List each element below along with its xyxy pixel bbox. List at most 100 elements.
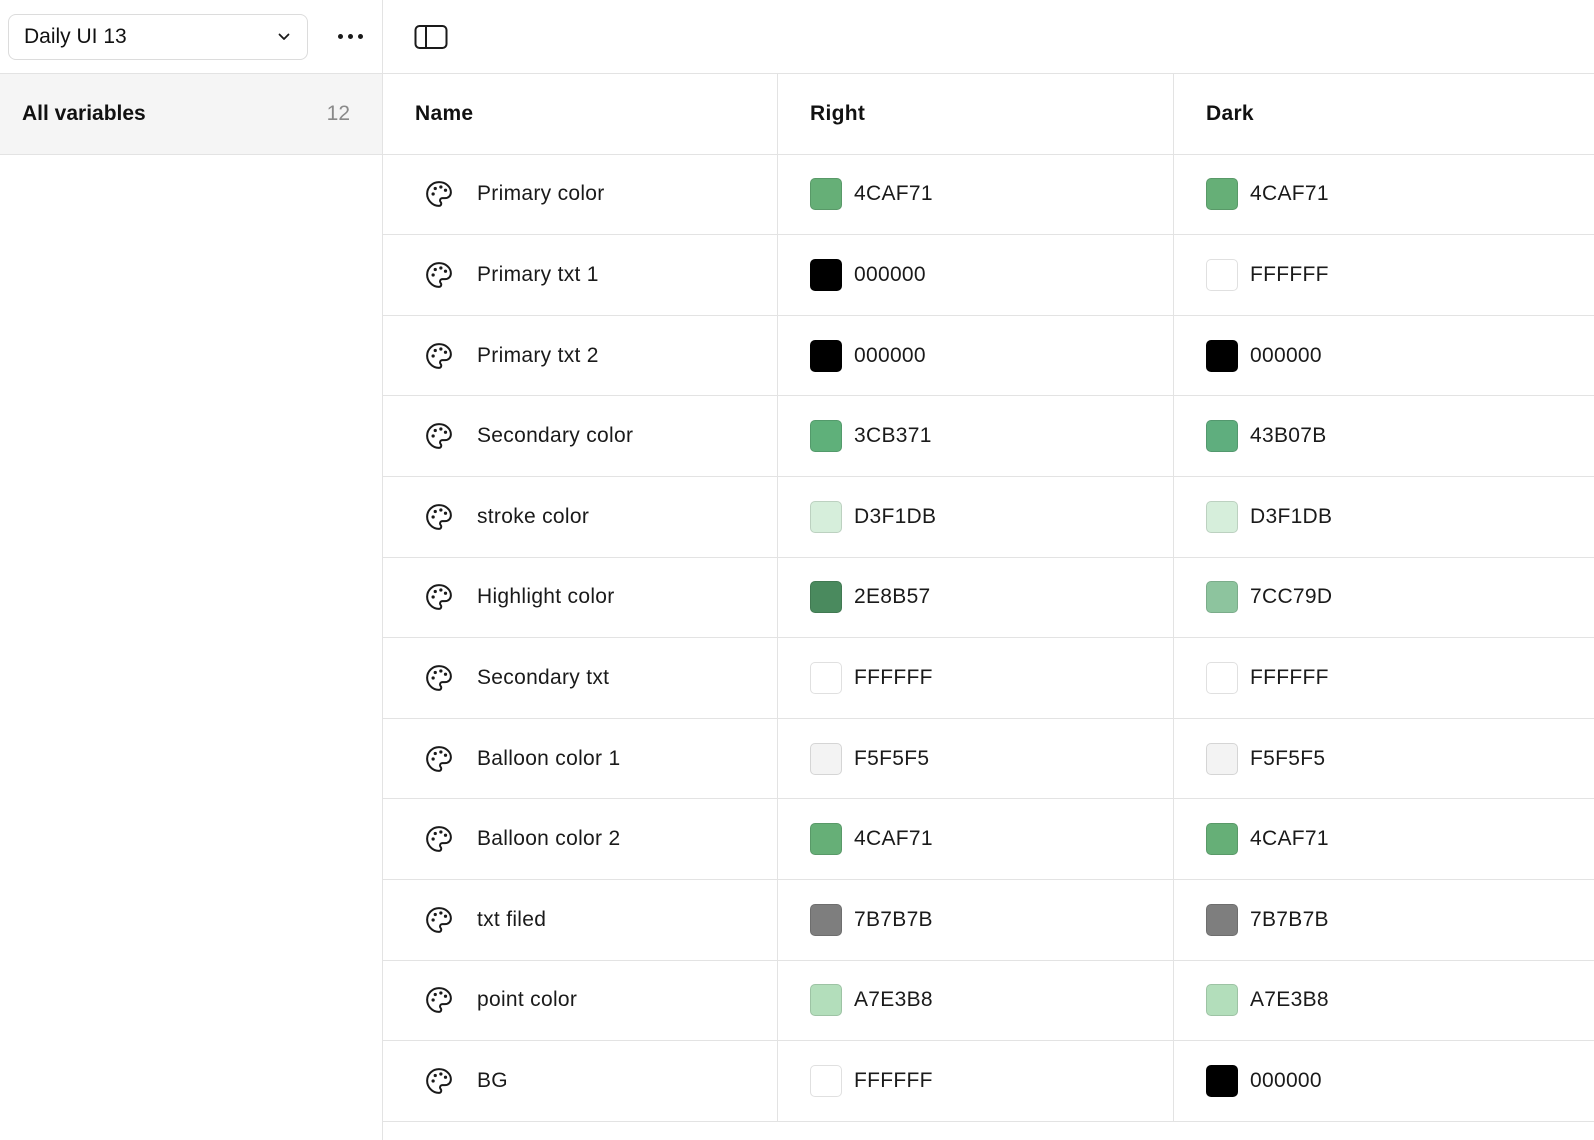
palette-icon <box>423 904 455 936</box>
color-swatch[interactable] <box>1206 984 1238 1017</box>
table-row[interactable]: Primary color 4CAF71 4CAF71 <box>383 154 1594 236</box>
variable-name: Balloon color 1 <box>477 746 621 770</box>
sidebar-item-all-variables[interactable]: All variables 12 <box>0 74 382 155</box>
right-value-cell[interactable]: 4CAF71 <box>778 154 1174 235</box>
variable-name-cell[interactable]: Highlight color <box>383 557 778 638</box>
dark-value-cell[interactable]: 43B07B <box>1174 396 1594 476</box>
more-options-button[interactable] <box>332 19 368 55</box>
table-row[interactable]: Primary txt 1 000000 FFFFFF <box>383 235 1594 316</box>
column-header-right[interactable]: Right <box>778 74 1174 154</box>
variable-name-cell[interactable]: Primary txt 1 <box>383 235 778 315</box>
dark-value-cell[interactable]: 4CAF71 <box>1174 799 1594 879</box>
variable-name-cell[interactable]: Secondary txt <box>383 638 778 718</box>
palette-icon <box>423 501 455 533</box>
right-value-cell[interactable]: A7E3B8 <box>778 960 1174 1041</box>
right-value-cell[interactable]: 4CAF71 <box>778 799 1174 879</box>
dark-value-cell[interactable]: 7B7B7B <box>1174 880 1594 960</box>
variable-name-cell[interactable]: txt filed <box>383 879 778 960</box>
table-row[interactable]: Balloon color 1 F5F5F5 F5F5F5 <box>383 718 1594 800</box>
table-row[interactable]: Primary txt 2 000000 000000 <box>383 315 1594 397</box>
right-value-cell[interactable]: D3F1DB <box>778 476 1174 557</box>
variable-name: Primary txt 2 <box>477 343 599 367</box>
right-value-cell[interactable]: 2E8B57 <box>778 557 1174 638</box>
right-value-cell[interactable]: FFFFFF <box>778 1041 1174 1121</box>
palette-icon <box>423 340 455 372</box>
color-swatch[interactable] <box>810 339 842 372</box>
dark-value-cell[interactable]: FFFFFF <box>1174 235 1594 315</box>
toggle-sidebar-button[interactable] <box>413 19 449 55</box>
right-hex-value: 2E8B57 <box>854 585 931 609</box>
right-hex-value: 4CAF71 <box>854 827 933 851</box>
color-swatch[interactable] <box>810 823 842 856</box>
dark-value-cell[interactable]: D3F1DB <box>1174 477 1594 557</box>
table-row[interactable]: Secondary txt FFFFFF FFFFFF <box>383 638 1594 719</box>
color-swatch[interactable] <box>1206 903 1238 936</box>
collection-dropdown[interactable]: Daily UI 13 <box>8 13 308 60</box>
all-variables-count: 12 <box>326 102 350 125</box>
variable-name-cell[interactable]: Primary txt 2 <box>383 315 778 396</box>
all-variables-label: All variables <box>22 102 146 125</box>
table-row[interactable]: stroke color D3F1DB D3F1DB <box>383 476 1594 558</box>
right-value-cell[interactable]: 7B7B7B <box>778 879 1174 960</box>
right-value-cell[interactable]: 000000 <box>778 235 1174 315</box>
color-swatch[interactable] <box>1206 742 1238 775</box>
variable-name-cell[interactable]: stroke color <box>383 476 778 557</box>
variable-name: Primary txt 1 <box>477 262 599 286</box>
color-swatch[interactable] <box>810 903 842 936</box>
color-swatch[interactable] <box>1206 339 1238 372</box>
dark-value-cell[interactable]: 4CAF71 <box>1174 155 1594 235</box>
table-row[interactable]: Highlight color 2E8B57 7CC79D <box>383 557 1594 639</box>
color-swatch[interactable] <box>1206 823 1238 856</box>
color-swatch[interactable] <box>1206 500 1238 533</box>
right-hex-value: 000000 <box>854 343 926 367</box>
variable-name-cell[interactable]: Balloon color 1 <box>383 718 778 799</box>
variable-name-cell[interactable]: Secondary color <box>383 396 778 476</box>
variable-name: point color <box>477 988 578 1012</box>
color-swatch[interactable] <box>1206 581 1238 614</box>
color-swatch[interactable] <box>1206 1064 1238 1097</box>
dark-hex-value: 000000 <box>1250 1068 1322 1092</box>
palette-icon <box>423 581 455 613</box>
table-row[interactable]: txt filed 7B7B7B 7B7B7B <box>383 879 1594 961</box>
dark-value-cell[interactable]: FFFFFF <box>1174 638 1594 718</box>
sidebar-toolbar: Daily UI 13 <box>0 0 382 74</box>
table-row[interactable]: BG FFFFFF 000000 <box>383 1041 1594 1122</box>
color-swatch[interactable] <box>810 984 842 1017</box>
color-swatch[interactable] <box>1206 661 1238 694</box>
color-swatch[interactable] <box>810 258 842 291</box>
color-swatch[interactable] <box>1206 420 1238 453</box>
right-value-cell[interactable]: F5F5F5 <box>778 718 1174 799</box>
dark-hex-value: 000000 <box>1250 343 1322 367</box>
table-body: Primary color 4CAF71 4CAF71 Primary txt 1 00… <box>383 154 1594 1122</box>
dark-value-cell[interactable]: 000000 <box>1174 316 1594 396</box>
color-swatch[interactable] <box>810 178 842 211</box>
right-hex-value: F5F5F5 <box>854 746 930 770</box>
variable-name-cell[interactable]: Primary color <box>383 154 778 235</box>
table-row[interactable]: Balloon color 2 4CAF71 4CAF71 <box>383 799 1594 880</box>
color-swatch[interactable] <box>1206 178 1238 211</box>
right-value-cell[interactable]: 3CB371 <box>778 396 1174 476</box>
color-swatch[interactable] <box>810 1064 842 1097</box>
dark-value-cell[interactable]: 000000 <box>1174 1041 1594 1121</box>
variable-name-cell[interactable]: point color <box>383 960 778 1041</box>
color-swatch[interactable] <box>810 742 842 775</box>
color-swatch[interactable] <box>810 500 842 533</box>
table-row[interactable]: point color A7E3B8 A7E3B8 <box>383 960 1594 1042</box>
palette-icon <box>423 984 455 1016</box>
column-header-name[interactable]: Name <box>383 74 778 154</box>
column-header-dark[interactable]: Dark <box>1174 74 1594 154</box>
dark-value-cell[interactable]: F5F5F5 <box>1174 719 1594 799</box>
right-value-cell[interactable]: FFFFFF <box>778 638 1174 718</box>
right-value-cell[interactable]: 000000 <box>778 315 1174 396</box>
variable-name-cell[interactable]: Balloon color 2 <box>383 799 778 879</box>
dark-value-cell[interactable]: 7CC79D <box>1174 558 1594 638</box>
color-swatch[interactable] <box>1206 258 1238 291</box>
main-panel: Name Right Dark Primary color 4CAF71 4CAF7… <box>383 0 1594 1140</box>
table-row[interactable]: Secondary color 3CB371 43B07B <box>383 396 1594 477</box>
dark-value-cell[interactable]: A7E3B8 <box>1174 961 1594 1041</box>
color-swatch[interactable] <box>810 581 842 614</box>
color-swatch[interactable] <box>810 420 842 453</box>
variable-name-cell[interactable]: BG <box>383 1041 778 1121</box>
right-hex-value: 4CAF71 <box>854 182 933 206</box>
color-swatch[interactable] <box>810 661 842 694</box>
